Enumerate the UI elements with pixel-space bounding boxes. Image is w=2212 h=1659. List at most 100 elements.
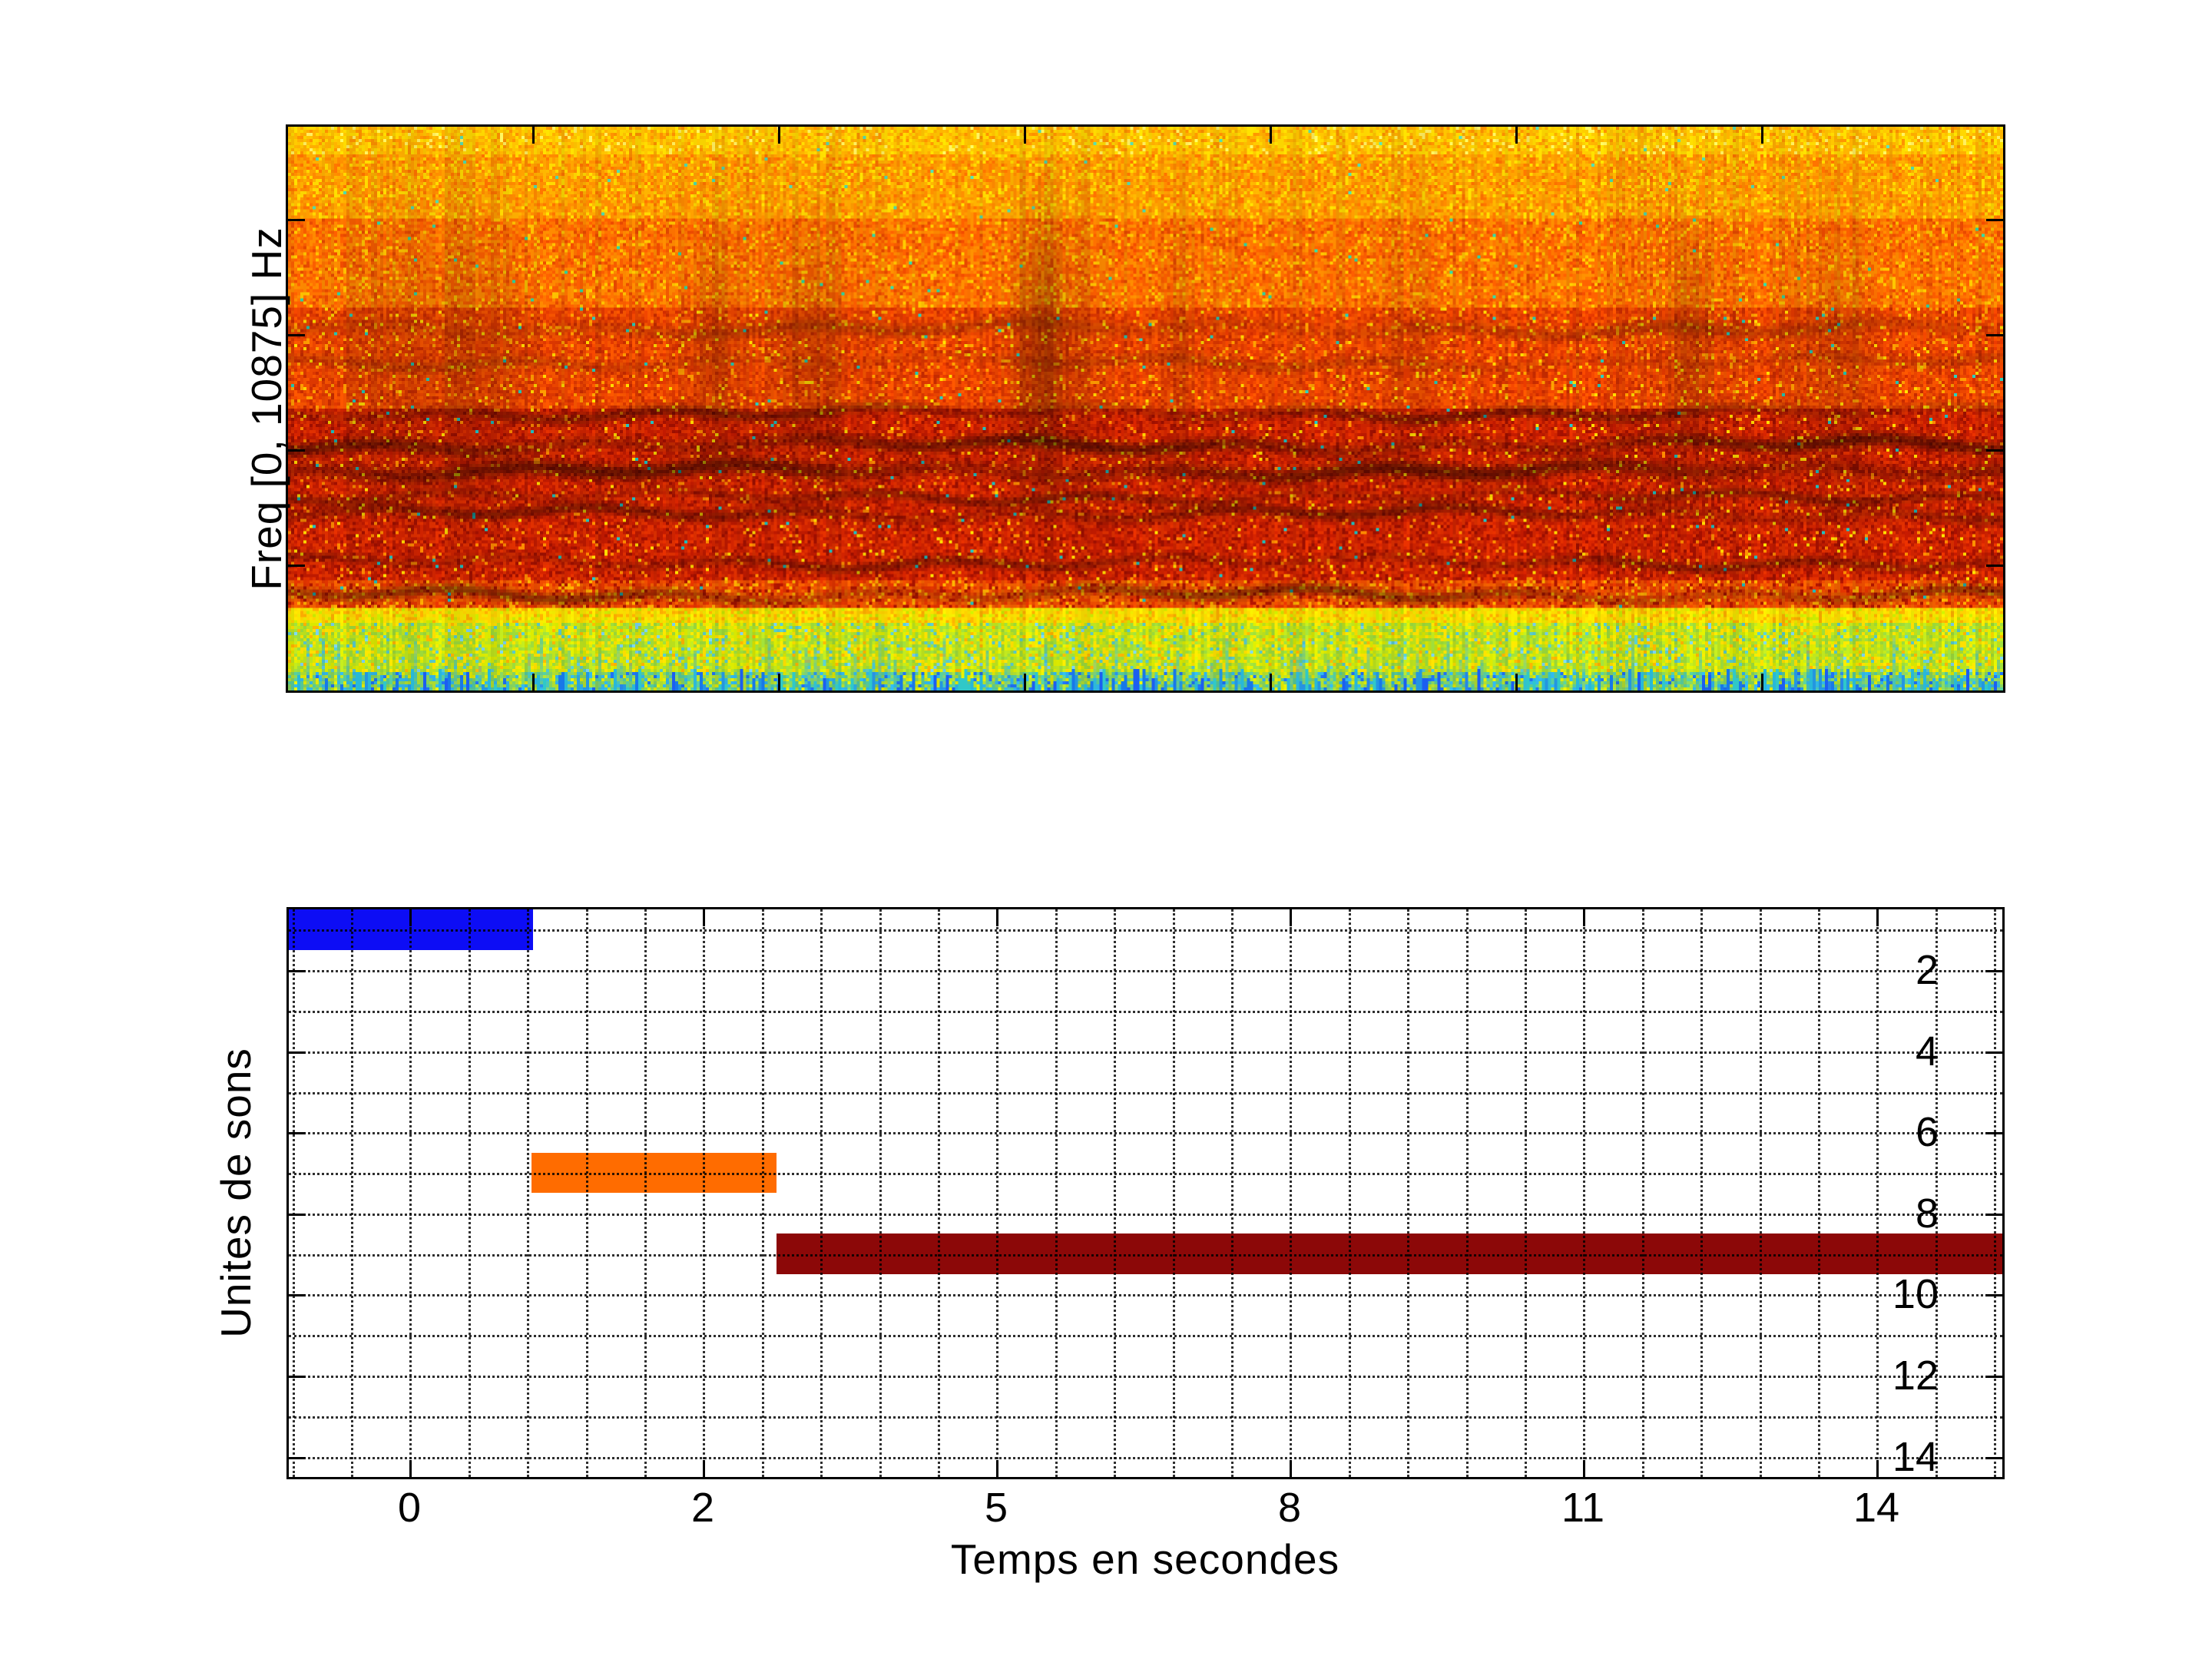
gantt-y-tick — [1985, 1213, 2002, 1216]
gantt-vertical-gridline — [1172, 909, 1175, 1477]
gantt-horizontal-gridline — [289, 1335, 2002, 1338]
gantt-vertical-gridline — [820, 909, 823, 1477]
gantt-horizontal-gridline — [289, 1132, 2002, 1135]
spectrogram-y-tick — [1986, 449, 2003, 452]
spectrogram-x-tick — [778, 674, 780, 690]
gantt-vertical-gridline — [468, 909, 471, 1477]
gantt-x-tick — [409, 1460, 412, 1477]
gantt-vertical-gridline — [1700, 909, 1704, 1477]
gantt-x-tick — [703, 909, 705, 926]
spectrogram-x-tick — [1515, 127, 1518, 144]
gantt-x-tick-label: 0 — [397, 1485, 422, 1531]
gantt-vertical-gridline — [1818, 909, 1820, 1477]
spectrogram-x-tick — [1270, 127, 1272, 144]
gantt-x-tick — [1876, 909, 1879, 926]
gantt-y-tick — [289, 1051, 306, 1054]
gantt-x-tick-label: 14 — [1853, 1485, 1900, 1531]
gantt-x-tick — [1583, 1460, 1585, 1477]
spectrogram-y-axis-label: Freq [0, 10875] Hz — [243, 227, 290, 591]
gantt-x-tick — [996, 909, 998, 926]
gantt-vertical-gridline — [1525, 909, 1527, 1477]
gantt-y-tick — [289, 1456, 306, 1459]
gantt-y-tick — [289, 1132, 306, 1135]
gantt-x-tick — [1876, 1460, 1879, 1477]
gantt-x-tick-label: 11 — [1561, 1485, 1605, 1531]
gantt-area — [289, 909, 2002, 1477]
matlab-figure: Freq [0, 10875] Hz 0 2 5 8 11 14 2 4 6 8 10 12 14 T… — [0, 0, 2212, 1659]
gantt-vertical-gridline — [1348, 909, 1351, 1477]
spectrogram-x-tick — [778, 127, 780, 144]
spectrogram-y-tick — [288, 219, 305, 221]
gantt-y-tick — [289, 1376, 306, 1379]
gantt-y-tick — [289, 1213, 306, 1216]
gantt-y-tick — [289, 1294, 306, 1297]
gantt-x-tick — [409, 909, 412, 926]
gantt-y-tick — [1985, 1456, 2002, 1459]
spectrogram-y-tick — [288, 565, 305, 567]
gantt-x-axis-label: Temps en secondes — [950, 1535, 1340, 1583]
gantt-vertical-gridline — [1876, 909, 1879, 1477]
spectrogram-x-tick — [532, 674, 535, 690]
gantt-horizontal-gridline — [289, 1416, 2002, 1419]
gantt-y-tick — [1985, 1051, 2002, 1054]
gantt-vertical-gridline — [1407, 909, 1410, 1477]
gantt-vertical-gridline — [644, 909, 647, 1477]
spectrogram-y-tick — [288, 449, 305, 452]
gantt-horizontal-gridline — [289, 1010, 2002, 1013]
gantt-horizontal-gridline — [289, 1376, 2002, 1379]
spectrogram-y-tick — [1986, 565, 2003, 567]
spectrogram-y-tick — [1986, 219, 2003, 221]
gantt-horizontal-gridline — [289, 929, 2002, 932]
gantt-vertical-gridline — [1641, 909, 1644, 1477]
gantt-x-tick — [1290, 1460, 1292, 1477]
spectrogram-area — [288, 127, 2003, 690]
gantt-vertical-gridline — [996, 909, 999, 1477]
spectrogram-x-tick — [532, 127, 535, 144]
spectrogram-image — [288, 127, 2003, 690]
gantt-horizontal-gridline — [289, 1213, 2002, 1216]
gantt-y-tick — [289, 970, 306, 973]
gantt-vertical-gridline — [761, 909, 764, 1477]
gantt-vertical-gridline — [1465, 909, 1469, 1477]
gantt-y-tick — [1985, 1294, 2002, 1297]
spectrogram-x-tick — [1761, 127, 1763, 144]
gantt-vertical-gridline — [527, 909, 530, 1477]
spectrogram-x-tick — [1024, 674, 1026, 690]
gantt-vertical-gridline — [1231, 909, 1233, 1477]
gantt-horizontal-gridline — [289, 1294, 2002, 1297]
gantt-horizontal-gridline — [289, 970, 2002, 973]
spectrogram-plot — [286, 124, 2005, 693]
spectrogram-x-tick — [1270, 674, 1272, 690]
gantt-vertical-gridline — [1055, 909, 1058, 1477]
spectrogram-x-tick — [1761, 674, 1763, 690]
gantt-x-tick — [1583, 909, 1585, 926]
gantt-vertical-gridline — [585, 909, 588, 1477]
gantt-horizontal-gridline — [289, 1173, 2002, 1176]
gantt-y-tick — [1985, 1132, 2002, 1135]
gantt-horizontal-gridline — [289, 1456, 2002, 1459]
gantt-vertical-gridline — [879, 909, 882, 1477]
gantt-vertical-gridline — [1759, 909, 1762, 1477]
gantt-y-tick — [1985, 970, 2002, 973]
gantt-vertical-gridline — [351, 909, 353, 1477]
spectrogram-y-tick — [1986, 334, 2003, 336]
gantt-horizontal-gridline — [289, 1253, 2002, 1257]
gantt-vertical-gridline — [703, 909, 706, 1477]
gantt-y-tick — [1985, 1376, 2002, 1379]
gantt-x-tick-label: 5 — [984, 1485, 1008, 1531]
gantt-x-tick-label: 2 — [690, 1485, 715, 1531]
spectrogram-x-tick — [1515, 674, 1518, 690]
spectrogram-x-tick — [1024, 127, 1026, 144]
gantt-vertical-gridline — [938, 909, 940, 1477]
gantt-x-tick-label: 8 — [1277, 1485, 1302, 1531]
gantt-x-tick — [996, 1460, 998, 1477]
gantt-vertical-gridline — [1935, 909, 1938, 1477]
gantt-vertical-gridline — [1290, 909, 1293, 1477]
gantt-x-tick — [703, 1460, 705, 1477]
spectrogram-y-tick — [288, 334, 305, 336]
gantt-y-axis-label: Unites de sons — [212, 1048, 260, 1338]
gantt-vertical-gridline — [409, 909, 412, 1477]
gantt-horizontal-gridline — [289, 1051, 2002, 1054]
gantt-vertical-gridline — [292, 909, 295, 1477]
gantt-plot — [286, 907, 2005, 1479]
